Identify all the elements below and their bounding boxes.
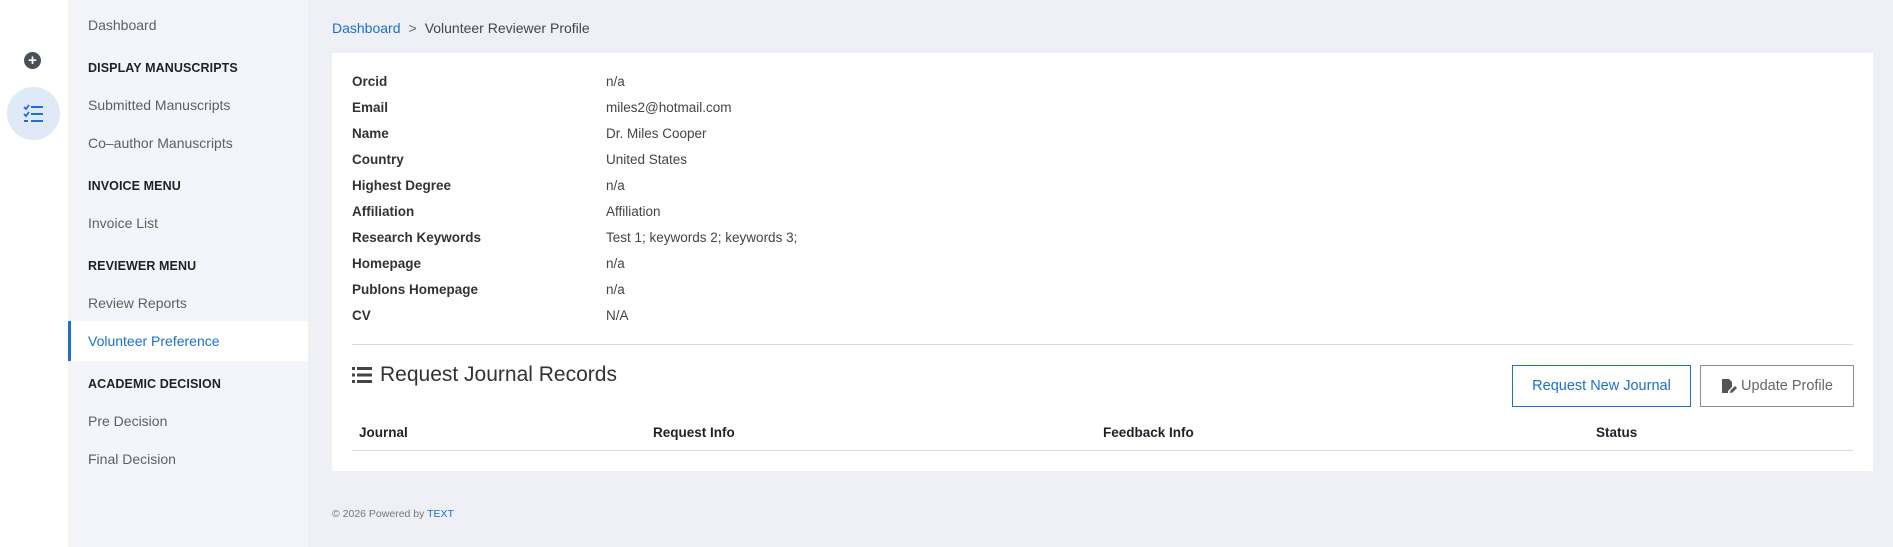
profile-label: Highest Degree (352, 178, 452, 193)
profile-label: Name (352, 126, 389, 141)
profile-value: United States (606, 152, 688, 167)
profile-value: n/a (606, 178, 625, 193)
profile-label: Email (352, 100, 389, 115)
task-list-button[interactable] (7, 87, 60, 140)
sidebar: Dashboard DISPLAY MANUSCRIPTS Submitted … (68, 0, 308, 547)
update-profile-button[interactable]: Update Profile (1700, 365, 1854, 407)
sidebar-item-invoice-list[interactable]: Invoice List (68, 203, 308, 243)
profile-label: Country (352, 152, 404, 167)
profile-value: N/A (606, 308, 629, 323)
profile-label: Affiliation (352, 204, 415, 219)
column-header-feedback-info[interactable]: Feedback Info (1103, 425, 1194, 440)
column-header-request-info[interactable]: Request Info (653, 425, 735, 440)
profile-value: Dr. Miles Cooper (606, 126, 707, 141)
profile-label: Orcid (352, 74, 388, 89)
profile-value: Affiliation (606, 204, 661, 219)
footer-brand-link[interactable]: TEXT (427, 508, 454, 520)
footer-text: © 2026 Powered by (332, 508, 425, 520)
profile-label: CV (352, 308, 371, 323)
sidebar-item-coauthor-manuscripts[interactable]: Co–author Manuscripts (68, 123, 308, 163)
sidebar-section-reviewer-menu: REVIEWER MENU (88, 259, 197, 273)
footer: © 2026 Powered by TEXT (332, 508, 454, 520)
profile-card: Orcid n/a Email miles2@hotmail.com Name … (332, 53, 1873, 471)
sidebar-item-dashboard[interactable]: Dashboard (68, 5, 308, 45)
edit-document-icon (1722, 379, 1738, 394)
request-new-journal-button[interactable]: Request New Journal (1512, 365, 1691, 407)
profile-value: n/a (606, 74, 625, 89)
records-title: Request Journal Records (380, 363, 617, 386)
task-list-icon (23, 104, 43, 122)
sidebar-item-submitted-manuscripts[interactable]: Submitted Manuscripts (68, 85, 308, 125)
sidebar-item-pre-decision[interactable]: Pre Decision (68, 401, 308, 441)
sidebar-item-volunteer-preference[interactable]: Volunteer Preference (68, 321, 308, 361)
profile-value: n/a (606, 282, 625, 297)
profile-value: miles2@hotmail.com (606, 100, 732, 115)
breadcrumb-separator: > (408, 20, 417, 36)
breadcrumb: Dashboard > Volunteer Reviewer Profile (332, 20, 590, 36)
sidebar-item-final-decision[interactable]: Final Decision (68, 439, 308, 479)
column-header-journal[interactable]: Journal (359, 425, 408, 440)
sidebar-section-academic-decision: ACADEMIC DECISION (88, 377, 221, 391)
column-header-status[interactable]: Status (1596, 425, 1637, 440)
sidebar-section-invoice-menu: INVOICE MENU (88, 179, 181, 193)
sidebar-section-display-manuscripts: DISPLAY MANUSCRIPTS (88, 61, 238, 75)
sidebar-item-review-reports[interactable]: Review Reports (68, 283, 308, 323)
icon-rail: + (0, 0, 68, 547)
profile-label: Publons Homepage (352, 282, 479, 297)
records-heading: Request Journal Records (352, 363, 617, 387)
list-icon (352, 367, 372, 383)
profile-value: Test 1; keywords 2; keywords 3; (606, 230, 798, 245)
table-header-line (352, 450, 1853, 451)
update-profile-label: Update Profile (1741, 378, 1833, 394)
profile-label: Homepage (352, 256, 422, 271)
breadcrumb-dashboard-link[interactable]: Dashboard (332, 20, 401, 36)
breadcrumb-current: Volunteer Reviewer Profile (424, 20, 590, 36)
profile-label: Research Keywords (352, 230, 482, 245)
add-icon[interactable]: + (24, 52, 41, 69)
section-divider (352, 344, 1853, 345)
profile-value: n/a (606, 256, 625, 271)
